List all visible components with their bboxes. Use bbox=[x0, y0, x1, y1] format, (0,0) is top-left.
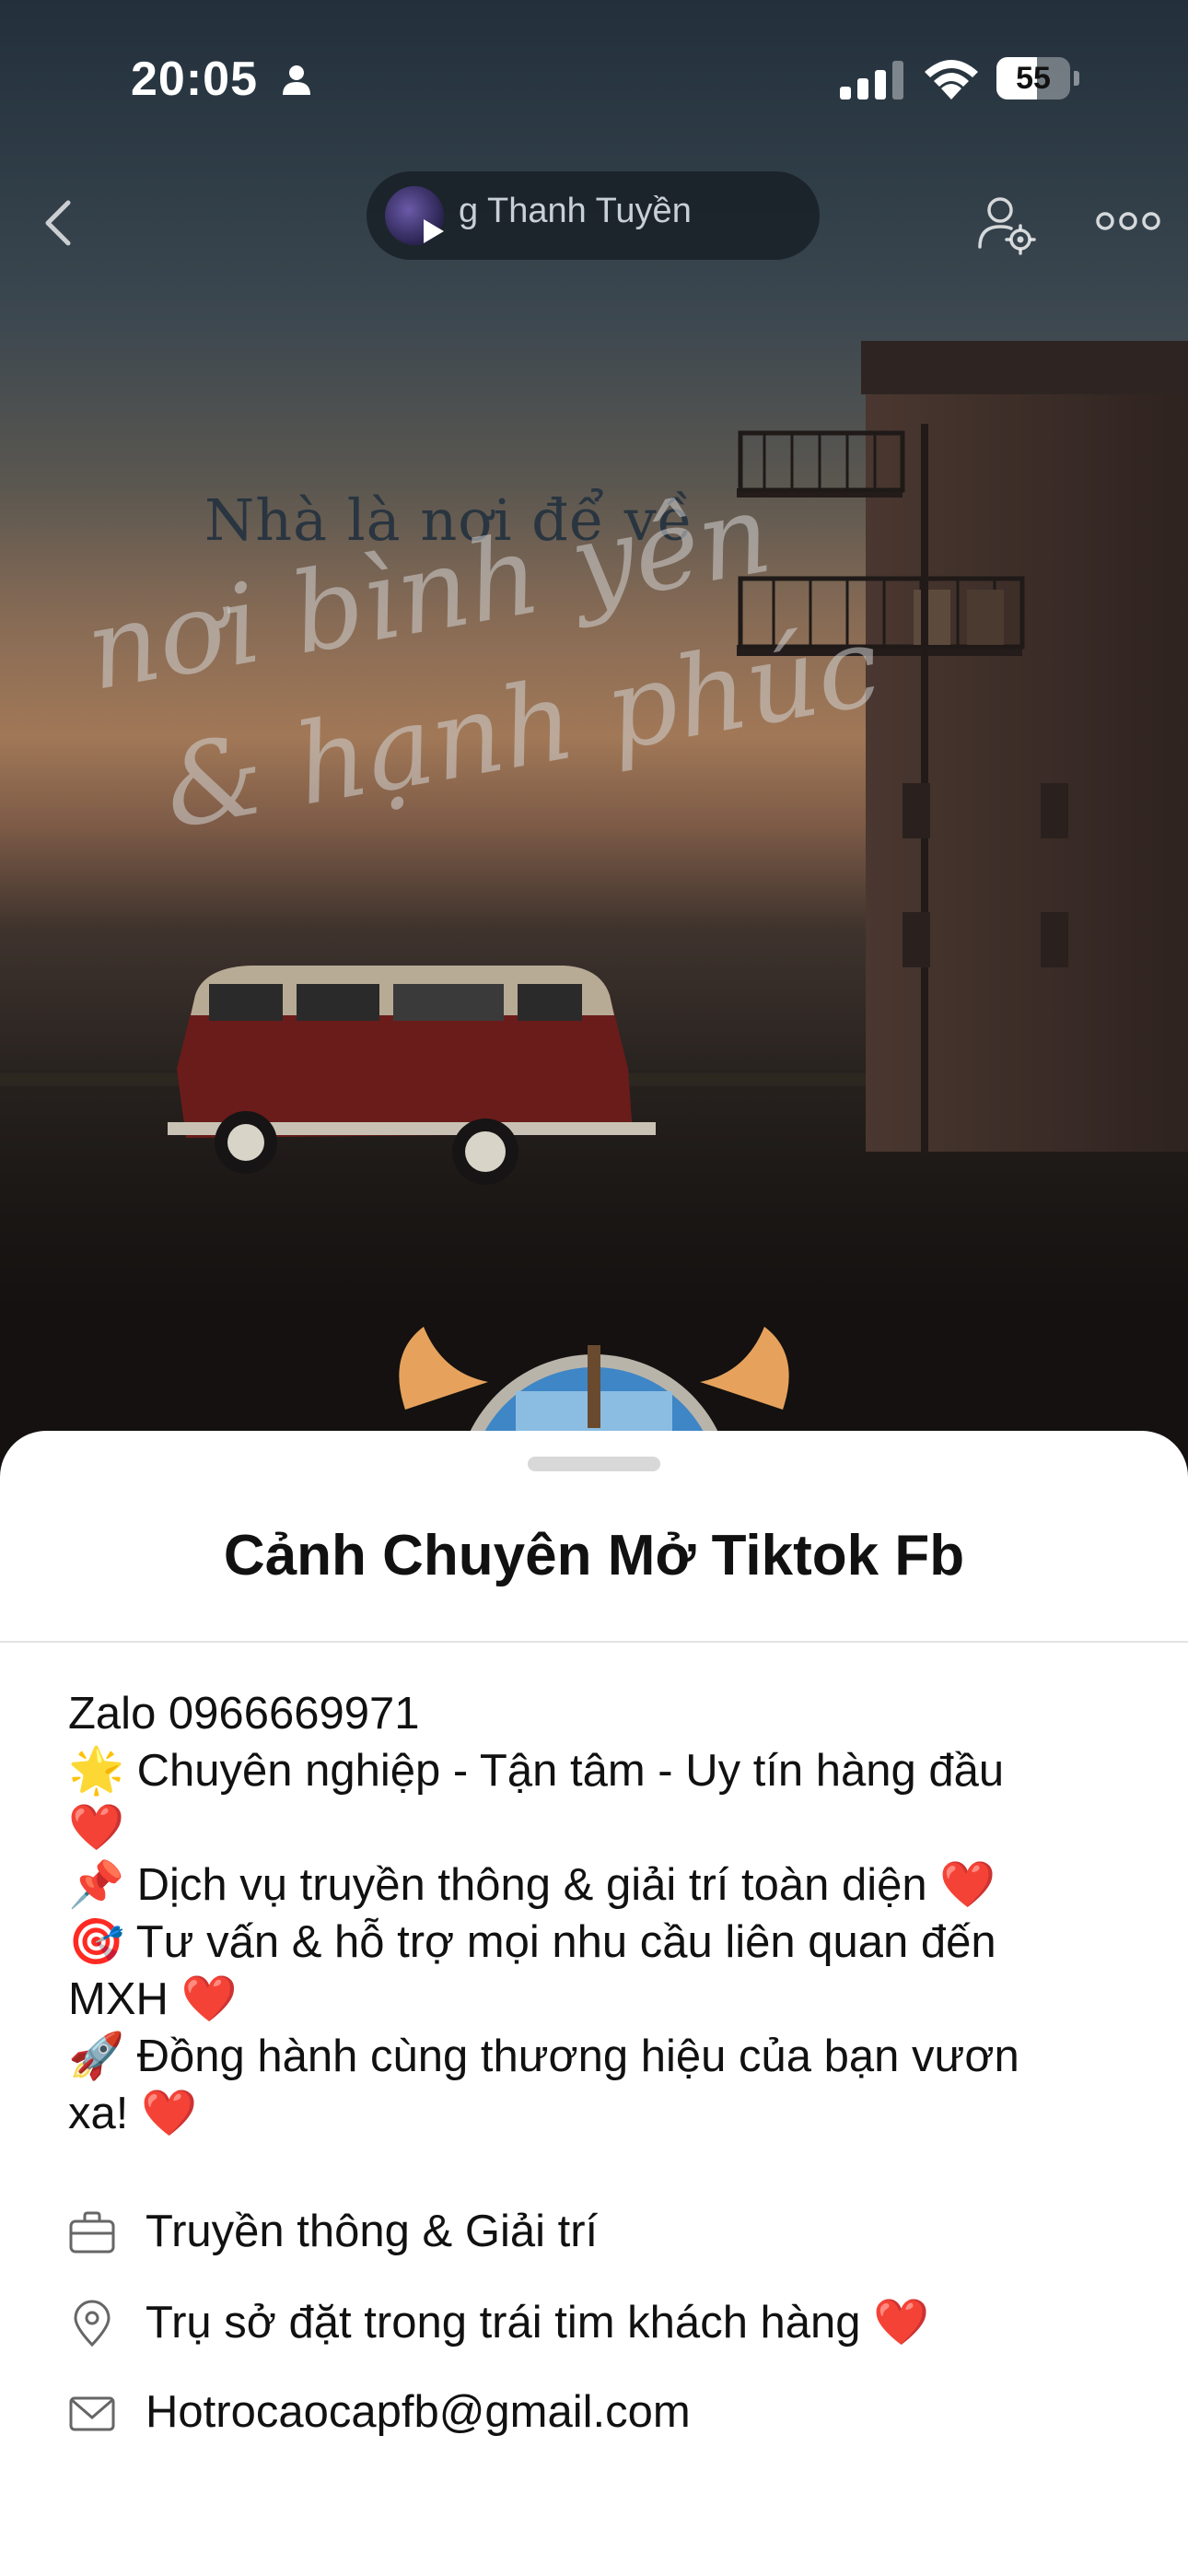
bio-line: xa! ❤️ bbox=[68, 2089, 197, 2138]
battery-percent: 55 bbox=[1016, 61, 1051, 96]
bio-line: 🎯 Tư vấn & hỗ trợ mọi nhu cầu liên quan … bbox=[68, 1917, 996, 1967]
bio-line: ❤️ bbox=[68, 1803, 125, 1853]
bio-line: 📌 Dịch vụ truyền thông & giải trí toàn d… bbox=[68, 1860, 996, 1910]
mail-icon bbox=[69, 2396, 115, 2431]
more-options-icon[interactable] bbox=[1096, 207, 1160, 235]
info-row-email[interactable]: Hotrocaocapfb@gmail.com bbox=[68, 2381, 1146, 2445]
profile-info-sheet: Cảnh Chuyên Mở Tiktok Fb Zalo 0966669971… bbox=[0, 1431, 1188, 2576]
profile-music-pill[interactable]: g Thanh Tuyền bbox=[367, 171, 820, 260]
profile-name: Cảnh Chuyên Mở Tiktok Fb bbox=[223, 1524, 965, 1587]
battery-icon: 55 bbox=[996, 57, 1079, 100]
user-settings-icon[interactable] bbox=[976, 195, 1037, 256]
battery-tip bbox=[1074, 71, 1079, 86]
category-text: Truyền thông & Giải trí bbox=[146, 2207, 599, 2256]
info-row-category: Truyền thông & Giải trí bbox=[68, 2200, 1146, 2265]
bio-line: Zalo 0966669971 bbox=[68, 1689, 420, 1739]
sheet-drag-handle[interactable] bbox=[528, 1457, 660, 1471]
status-bar: 20:05 55 bbox=[0, 0, 1188, 157]
music-title: g Thanh Tuyền bbox=[459, 192, 692, 230]
location-pin-icon bbox=[74, 2300, 111, 2348]
email-text[interactable]: Hotrocaocapfb@gmail.com bbox=[146, 2386, 691, 2438]
back-chevron-icon[interactable] bbox=[37, 195, 83, 251]
bio-line: MXH ❤️ bbox=[68, 1974, 238, 2024]
status-time: 20:05 bbox=[131, 53, 258, 106]
cover-van-illustration bbox=[168, 966, 656, 1185]
cover-building-illustration bbox=[737, 341, 1188, 1152]
divider bbox=[0, 1641, 1188, 1643]
bio-line: 🌟 Chuyên nghiệp - Tận tâm - Uy tín hàng … bbox=[68, 1746, 1005, 1796]
person-icon bbox=[283, 65, 310, 95]
cellular-signal-icon bbox=[840, 61, 903, 100]
profile-bio: Zalo 0966669971 🌟 Chuyên nghiệp - Tận tâ… bbox=[68, 1685, 1146, 2142]
wifi-icon bbox=[925, 60, 978, 100]
profile-screen: 20:05 55 g Thanh Tuyền Nhà là nơi để về … bbox=[0, 0, 1188, 2576]
play-icon[interactable] bbox=[424, 219, 444, 243]
info-row-location: Trụ sở đặt trong trái tim khách hàng ❤️ bbox=[68, 2290, 1146, 2355]
briefcase-icon bbox=[69, 2211, 115, 2254]
bio-line: 🚀 Đồng hành cùng thương hiệu của bạn vươ… bbox=[68, 2032, 1019, 2081]
battery-body: 55 bbox=[996, 57, 1070, 100]
location-text: Trụ sở đặt trong trái tim khách hàng ❤️ bbox=[146, 2298, 930, 2348]
